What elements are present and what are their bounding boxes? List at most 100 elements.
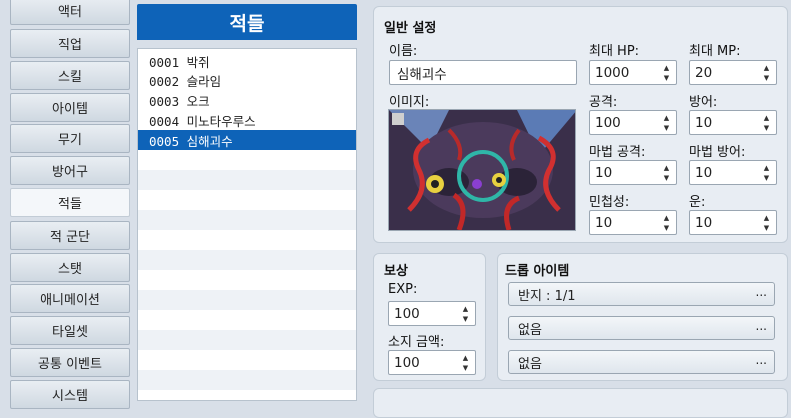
category-states[interactable]: 스탯 <box>10 253 130 282</box>
defense-label: 방어: <box>689 95 718 110</box>
gold-spinner[interactable]: 100 ▲ ▼ <box>388 350 476 375</box>
list-item[interactable]: 0004 미노타우루스 <box>138 110 356 130</box>
category-actors[interactable]: 액터 <box>10 0 130 25</box>
empty-row <box>138 170 356 190</box>
category-label: 적 군단 <box>49 230 90 245</box>
maxhp-value: 1000 <box>595 64 630 81</box>
exp-spinner[interactable]: 100 ▲ ▼ <box>388 301 476 326</box>
defense-spinner[interactable]: 10 ▲ ▼ <box>689 110 777 135</box>
category-label: 시스템 <box>52 389 88 404</box>
category-animations[interactable]: 애니메이션 <box>10 284 130 313</box>
mdefense-label: 마법 방어: <box>689 145 746 160</box>
attack-label: 공격: <box>589 95 618 110</box>
mattack-label: 마법 공격: <box>589 145 646 160</box>
spinner-arrows-icon[interactable]: ▲ ▼ <box>461 305 470 323</box>
enemy-editor: 일반 설정 이름: 심해괴수 이미지: 최대 HP: 1000 ▲ ▼ 최대 MP… <box>363 0 791 418</box>
list-item[interactable]: 0002 슬라임 <box>138 70 356 90</box>
category-label: 스탯 <box>58 262 82 277</box>
spinner-arrows-icon[interactable]: ▲ ▼ <box>662 114 671 132</box>
drop-item-label: 없음 <box>518 356 542 372</box>
attack-spinner[interactable]: 100 ▲ ▼ <box>589 110 677 135</box>
category-label: 적들 <box>58 197 82 212</box>
spinner-arrows-icon[interactable]: ▲ ▼ <box>662 214 671 232</box>
category-sidebar: 액터 직업 스킬 아이템 무기 방어구 적들 적 군단 스탯 애니메이션 타일셋… <box>0 0 136 409</box>
next-group-partial <box>373 388 788 418</box>
general-settings-title: 일반 설정 <box>384 21 437 36</box>
drop-item-label: 반지 : 1/1 <box>518 288 576 304</box>
enemy-battler-image <box>389 110 575 230</box>
category-troops[interactable]: 적 군단 <box>10 221 130 250</box>
drop-item-button[interactable]: 없음 ... <box>508 316 775 340</box>
category-common-events[interactable]: 공통 이벤트 <box>10 348 130 377</box>
spinner-arrows-icon[interactable]: ▲ ▼ <box>762 64 771 82</box>
mdefense-value: 10 <box>695 164 713 181</box>
defense-value: 10 <box>695 114 713 131</box>
name-field[interactable]: 심해괴수 <box>389 60 577 85</box>
enemy-image-preview[interactable] <box>388 109 576 231</box>
mattack-spinner[interactable]: 10 ▲ ▼ <box>589 160 677 185</box>
drop-item-button[interactable]: 반지 : 1/1 ... <box>508 282 775 306</box>
category-label: 무기 <box>58 133 82 148</box>
maxhp-spinner[interactable]: 1000 ▲ ▼ <box>589 60 677 85</box>
spinner-arrows-icon[interactable]: ▲ ▼ <box>762 214 771 232</box>
empty-row <box>138 370 356 390</box>
spinner-arrows-icon[interactable]: ▲ ▼ <box>762 164 771 182</box>
reward-group: 보상 EXP: 100 ▲ ▼ 소지 금액: 100 ▲ ▼ <box>373 253 486 381</box>
luck-value: 10 <box>695 214 713 231</box>
spinner-arrows-icon[interactable]: ▲ ▼ <box>461 354 470 372</box>
luck-spinner[interactable]: 10 ▲ ▼ <box>689 210 777 235</box>
maxmp-label: 최대 MP: <box>689 44 741 59</box>
category-label: 직업 <box>58 38 82 53</box>
exp-label: EXP: <box>388 282 418 297</box>
enemy-list-panel: 적들 0001 박쥐 0002 슬라임 0003 오크 0004 미노타우루스 … <box>137 0 357 401</box>
agility-label: 민첩성: <box>589 195 630 210</box>
category-weapons[interactable]: 무기 <box>10 124 130 153</box>
empty-row <box>138 330 356 350</box>
gold-value: 100 <box>394 354 420 371</box>
ellipsis-icon: ... <box>755 319 767 333</box>
list-title: 적들 <box>137 4 357 40</box>
list-item-selected[interactable]: 0005 심해괴수 <box>138 130 356 150</box>
image-label: 이미지: <box>389 95 430 110</box>
spinner-arrows-icon[interactable]: ▲ ▼ <box>662 64 671 82</box>
category-classes[interactable]: 직업 <box>10 29 130 58</box>
empty-row <box>138 290 356 310</box>
maxmp-spinner[interactable]: 20 ▲ ▼ <box>689 60 777 85</box>
category-skills[interactable]: 스킬 <box>10 61 130 90</box>
category-system[interactable]: 시스템 <box>10 380 130 409</box>
reward-title: 보상 <box>384 264 408 279</box>
category-label: 애니메이션 <box>40 293 100 308</box>
drop-item-label: 없음 <box>518 322 542 338</box>
category-label: 방어구 <box>52 165 88 180</box>
list-item[interactable]: 0003 오크 <box>138 90 356 110</box>
spinner-arrows-icon[interactable]: ▲ ▼ <box>762 114 771 132</box>
maxmp-value: 20 <box>695 64 713 81</box>
drop-item-button[interactable]: 없음 ... <box>508 350 775 374</box>
empty-row <box>138 250 356 270</box>
category-label: 공통 이벤트 <box>38 357 102 372</box>
category-items[interactable]: 아이템 <box>10 93 130 122</box>
drop-items-title: 드롭 아이템 <box>505 264 570 279</box>
exp-value: 100 <box>394 305 420 322</box>
category-label: 아이템 <box>52 102 88 117</box>
category-label: 액터 <box>58 5 82 20</box>
mattack-value: 10 <box>595 164 613 181</box>
maxhp-label: 최대 HP: <box>589 44 640 59</box>
enemy-list[interactable]: 0001 박쥐 0002 슬라임 0003 오크 0004 미노타우루스 000… <box>137 48 357 401</box>
mdefense-spinner[interactable]: 10 ▲ ▼ <box>689 160 777 185</box>
category-tilesets[interactable]: 타일셋 <box>10 316 130 345</box>
empty-row <box>138 210 356 230</box>
drop-items-group: 드롭 아이템 반지 : 1/1 ... 없음 ... 없음 ... <box>497 253 788 381</box>
list-item[interactable]: 0001 박쥐 <box>138 51 356 71</box>
ellipsis-icon: ... <box>755 353 767 367</box>
category-label: 스킬 <box>58 70 82 85</box>
category-label: 타일셋 <box>52 325 88 340</box>
gold-label: 소지 금액: <box>388 335 445 350</box>
agility-spinner[interactable]: 10 ▲ ▼ <box>589 210 677 235</box>
spinner-arrows-icon[interactable]: ▲ ▼ <box>662 164 671 182</box>
attack-value: 100 <box>595 114 621 131</box>
category-enemies[interactable]: 적들 <box>10 188 130 217</box>
agility-value: 10 <box>595 214 613 231</box>
luck-label: 운: <box>689 195 706 210</box>
category-armors[interactable]: 방어구 <box>10 156 130 185</box>
